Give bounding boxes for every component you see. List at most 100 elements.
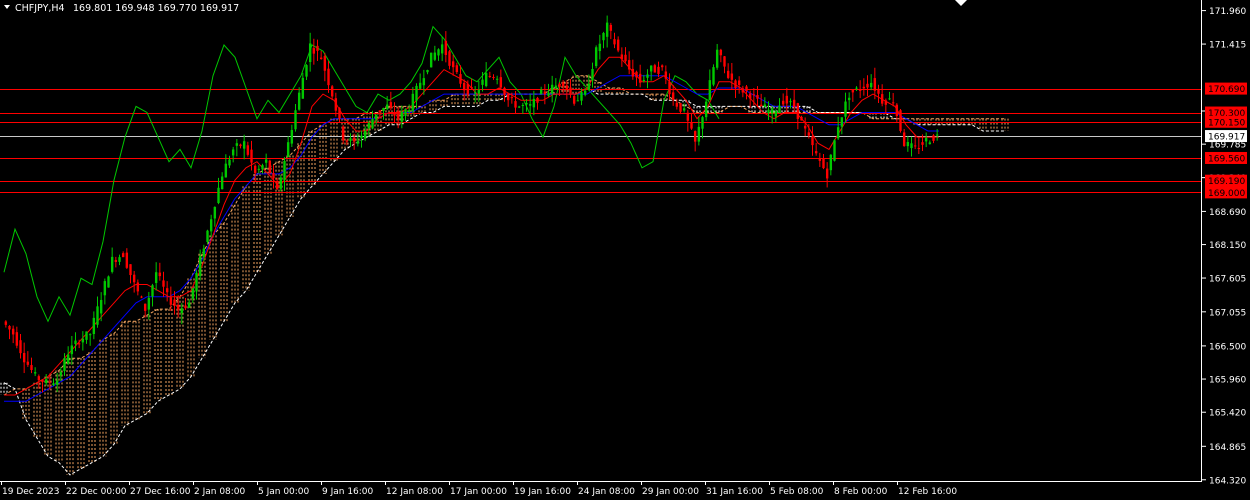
- bull-candle: [411, 93, 415, 111]
- bear-candle: [679, 103, 682, 112]
- bull-candle: [107, 276, 110, 288]
- bull-candle: [231, 149, 235, 156]
- bear-candle: [184, 305, 187, 309]
- bear-candle: [378, 110, 382, 113]
- bear-candle: [657, 66, 660, 74]
- bear-candle: [510, 97, 514, 99]
- bull-candle: [374, 114, 378, 120]
- bull-candle: [602, 32, 605, 41]
- bear-candle: [690, 122, 693, 129]
- bear-candle: [77, 343, 81, 345]
- bull-candle: [70, 345, 74, 355]
- bull-candle: [151, 285, 154, 297]
- bear-candle: [921, 142, 924, 145]
- y-tick-label: 168.690: [1209, 208, 1246, 218]
- bull-candle: [52, 383, 55, 386]
- bear-candle: [664, 71, 668, 79]
- bear-candle: [675, 102, 679, 107]
- bear-candle: [873, 78, 877, 91]
- bear-candle: [653, 65, 657, 73]
- bull-candle: [598, 43, 602, 52]
- bull-candle: [481, 79, 484, 85]
- bull-candle: [855, 87, 858, 89]
- bull-candle: [778, 105, 781, 113]
- bull-candle: [437, 49, 440, 56]
- bull-candle: [422, 78, 426, 86]
- bear-candle: [503, 87, 506, 96]
- bull-candle: [539, 89, 543, 94]
- bear-candle: [4, 321, 8, 325]
- bear-candle: [822, 158, 825, 169]
- bear-candle: [275, 182, 279, 190]
- bull-candle: [217, 187, 220, 204]
- bear-candle: [41, 380, 44, 383]
- bull-candle: [88, 334, 92, 336]
- bear-candle: [330, 86, 334, 97]
- bear-candle: [173, 299, 176, 306]
- bull-candle: [242, 141, 246, 149]
- bull-candle: [382, 107, 385, 112]
- bull-candle: [525, 102, 528, 105]
- bear-candle: [638, 73, 642, 83]
- y-tick-label: 167.605: [1209, 275, 1246, 285]
- bear-candle: [37, 376, 41, 381]
- bear-candle: [162, 280, 165, 287]
- bear-candle: [880, 94, 884, 104]
- bull-candle: [261, 165, 264, 170]
- bull-candle: [774, 111, 778, 117]
- price-chart[interactable]: 171.960171.415170.325169.785169.240168.6…: [0, 0, 1250, 500]
- bear-candle: [899, 110, 902, 131]
- bull-candle: [407, 110, 411, 112]
- bull-candle: [103, 281, 107, 296]
- level-label: 169.000: [1208, 189, 1245, 199]
- bull-candle: [888, 98, 891, 100]
- bull-candle: [96, 306, 99, 325]
- bear-candle: [455, 65, 459, 73]
- bear-candle: [745, 86, 748, 92]
- bull-candle: [81, 338, 85, 343]
- bull-candle: [649, 65, 653, 72]
- bear-candle: [741, 88, 745, 93]
- bear-candle: [668, 81, 671, 95]
- bear-candle: [792, 99, 796, 108]
- bear-candle: [932, 135, 935, 141]
- bear-candle: [319, 57, 323, 60]
- bull-candle: [836, 127, 840, 139]
- bull-candle: [301, 77, 305, 99]
- bear-candle: [917, 148, 921, 150]
- bull-candle: [580, 92, 583, 101]
- x-tick-label: 29 Jan 00:00: [642, 487, 699, 497]
- bull-candle: [290, 130, 294, 144]
- bear-candle: [176, 304, 180, 310]
- bull-candle: [477, 89, 481, 94]
- bull-candle: [587, 83, 591, 90]
- bear-candle: [895, 104, 899, 117]
- bear-candle: [8, 325, 11, 330]
- bear-candle: [862, 86, 866, 89]
- bull-candle: [440, 44, 444, 54]
- bull-candle: [110, 256, 114, 272]
- bull-candle: [59, 372, 63, 376]
- bull-candle: [924, 137, 928, 142]
- bear-candle: [913, 145, 917, 147]
- bull-candle: [712, 67, 715, 85]
- bear-candle: [26, 361, 30, 365]
- bull-candle: [532, 98, 536, 108]
- bear-candle: [569, 87, 572, 94]
- bear-candle: [352, 137, 356, 142]
- bear-candle: [660, 65, 664, 68]
- bull-candle: [928, 142, 932, 145]
- bear-candle: [726, 70, 730, 78]
- bull-candle: [44, 379, 48, 384]
- bull-candle: [708, 80, 712, 101]
- bear-candle: [536, 97, 539, 103]
- bull-candle: [767, 109, 770, 114]
- x-tick-label: 22 Dec 00:00: [66, 487, 127, 497]
- y-tick-label: 168.150: [1209, 241, 1246, 251]
- bear-candle: [114, 259, 118, 263]
- bull-candle: [547, 92, 550, 96]
- bear-candle: [624, 54, 627, 62]
- y-tick-label: 167.055: [1209, 308, 1246, 318]
- bear-candle: [143, 303, 147, 311]
- y-tick-label: 171.960: [1209, 7, 1246, 17]
